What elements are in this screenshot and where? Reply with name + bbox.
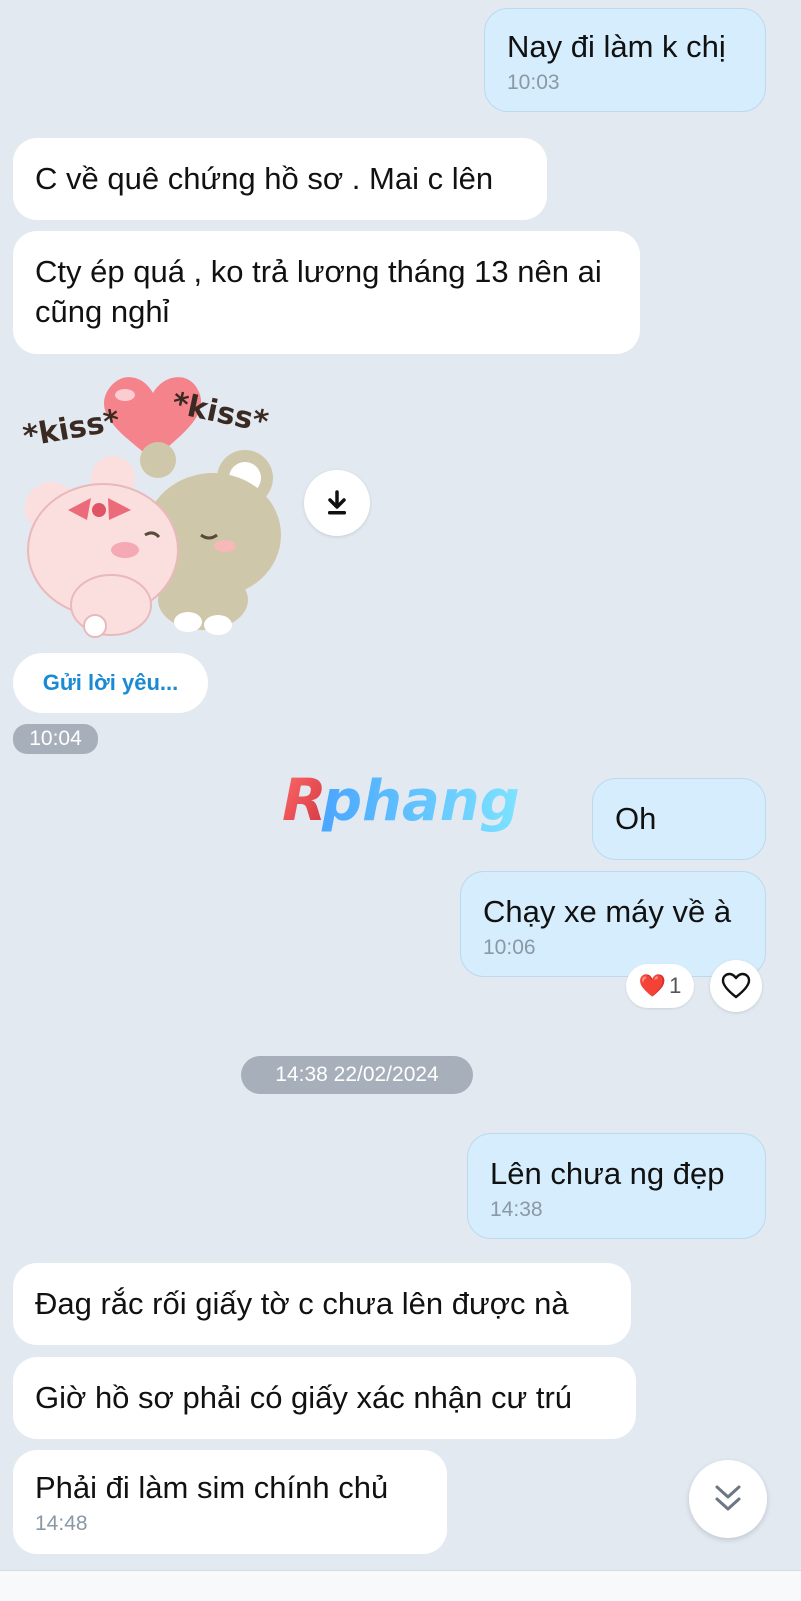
svg-text:phang: phang [321,769,520,834]
date-separator: 14:38 22/02/2024 [241,1056,473,1094]
watermark-logo: R phang [282,766,522,838]
heart-outline-icon [721,972,751,999]
message-bubble-incoming[interactable]: Giờ hồ sơ phải có giấy xác nhận cư trú [13,1357,636,1439]
double-chevron-down-icon [715,1485,741,1511]
message-text: Phải đi làm sim chính chủ [35,1470,389,1505]
message-bubble-outgoing[interactable]: Nay đi làm k chị 10:03 [484,8,766,112]
message-bubble-outgoing[interactable]: Lên chưa ng đẹp 14:38 [467,1133,766,1239]
message-text: Lên chưa ng đẹp [490,1156,725,1191]
message-text: Chạy xe máy về à [483,894,732,929]
heart-icon: ❤️ [638,973,667,998]
message-text: Giờ hồ sơ phải có giấy xác nhận cư trú [35,1380,573,1415]
heart-reaction-badge[interactable]: ❤️ 1 [626,964,694,1008]
kiss-sticker[interactable]: *kiss* *kiss* [13,360,298,645]
message-text: Cty ép quá , ko trả lương tháng 13 nên a… [35,254,602,329]
message-text: Nay đi làm k chị [507,29,726,64]
message-time: 14:48 [35,1512,88,1535]
message-time: 14:38 [490,1198,543,1221]
download-icon [328,490,346,515]
message-bubble-incoming[interactable]: Cty ép quá , ko trả lương tháng 13 nên a… [13,231,640,354]
scroll-to-bottom-button[interactable] [689,1460,767,1538]
sticker-suggestion-button[interactable]: Gửi lời yêu... [13,653,208,713]
message-time: 10:06 [483,936,536,959]
sticker-time: 10:04 [13,724,98,754]
message-input-bar[interactable] [0,1570,801,1601]
message-bubble-outgoing[interactable]: Oh [592,778,766,860]
download-sticker-button[interactable] [304,470,370,536]
message-time: 10:03 [507,71,560,94]
kiss-bears-sticker-image: *kiss* *kiss* [20,377,281,638]
react-heart-button[interactable] [710,960,762,1012]
message-text: C về quê chứng hồ sơ . Mai c lên [35,161,494,196]
svg-text:*kiss*: *kiss* [20,403,122,454]
message-bubble-incoming[interactable]: C về quê chứng hồ sơ . Mai c lên [13,138,547,220]
message-bubble-outgoing[interactable]: Chạy xe máy về à 10:06 [460,871,766,977]
message-text: Oh [615,801,657,836]
message-text: Đag rắc rối giấy tờ c chưa lên được nà [35,1286,569,1321]
svg-text:R: R [282,768,327,834]
reaction-count: 1 [669,973,682,998]
message-bubble-incoming[interactable]: Phải đi làm sim chính chủ 14:48 [13,1450,447,1554]
message-bubble-incoming[interactable]: Đag rắc rối giấy tờ c chưa lên được nà [13,1263,631,1345]
